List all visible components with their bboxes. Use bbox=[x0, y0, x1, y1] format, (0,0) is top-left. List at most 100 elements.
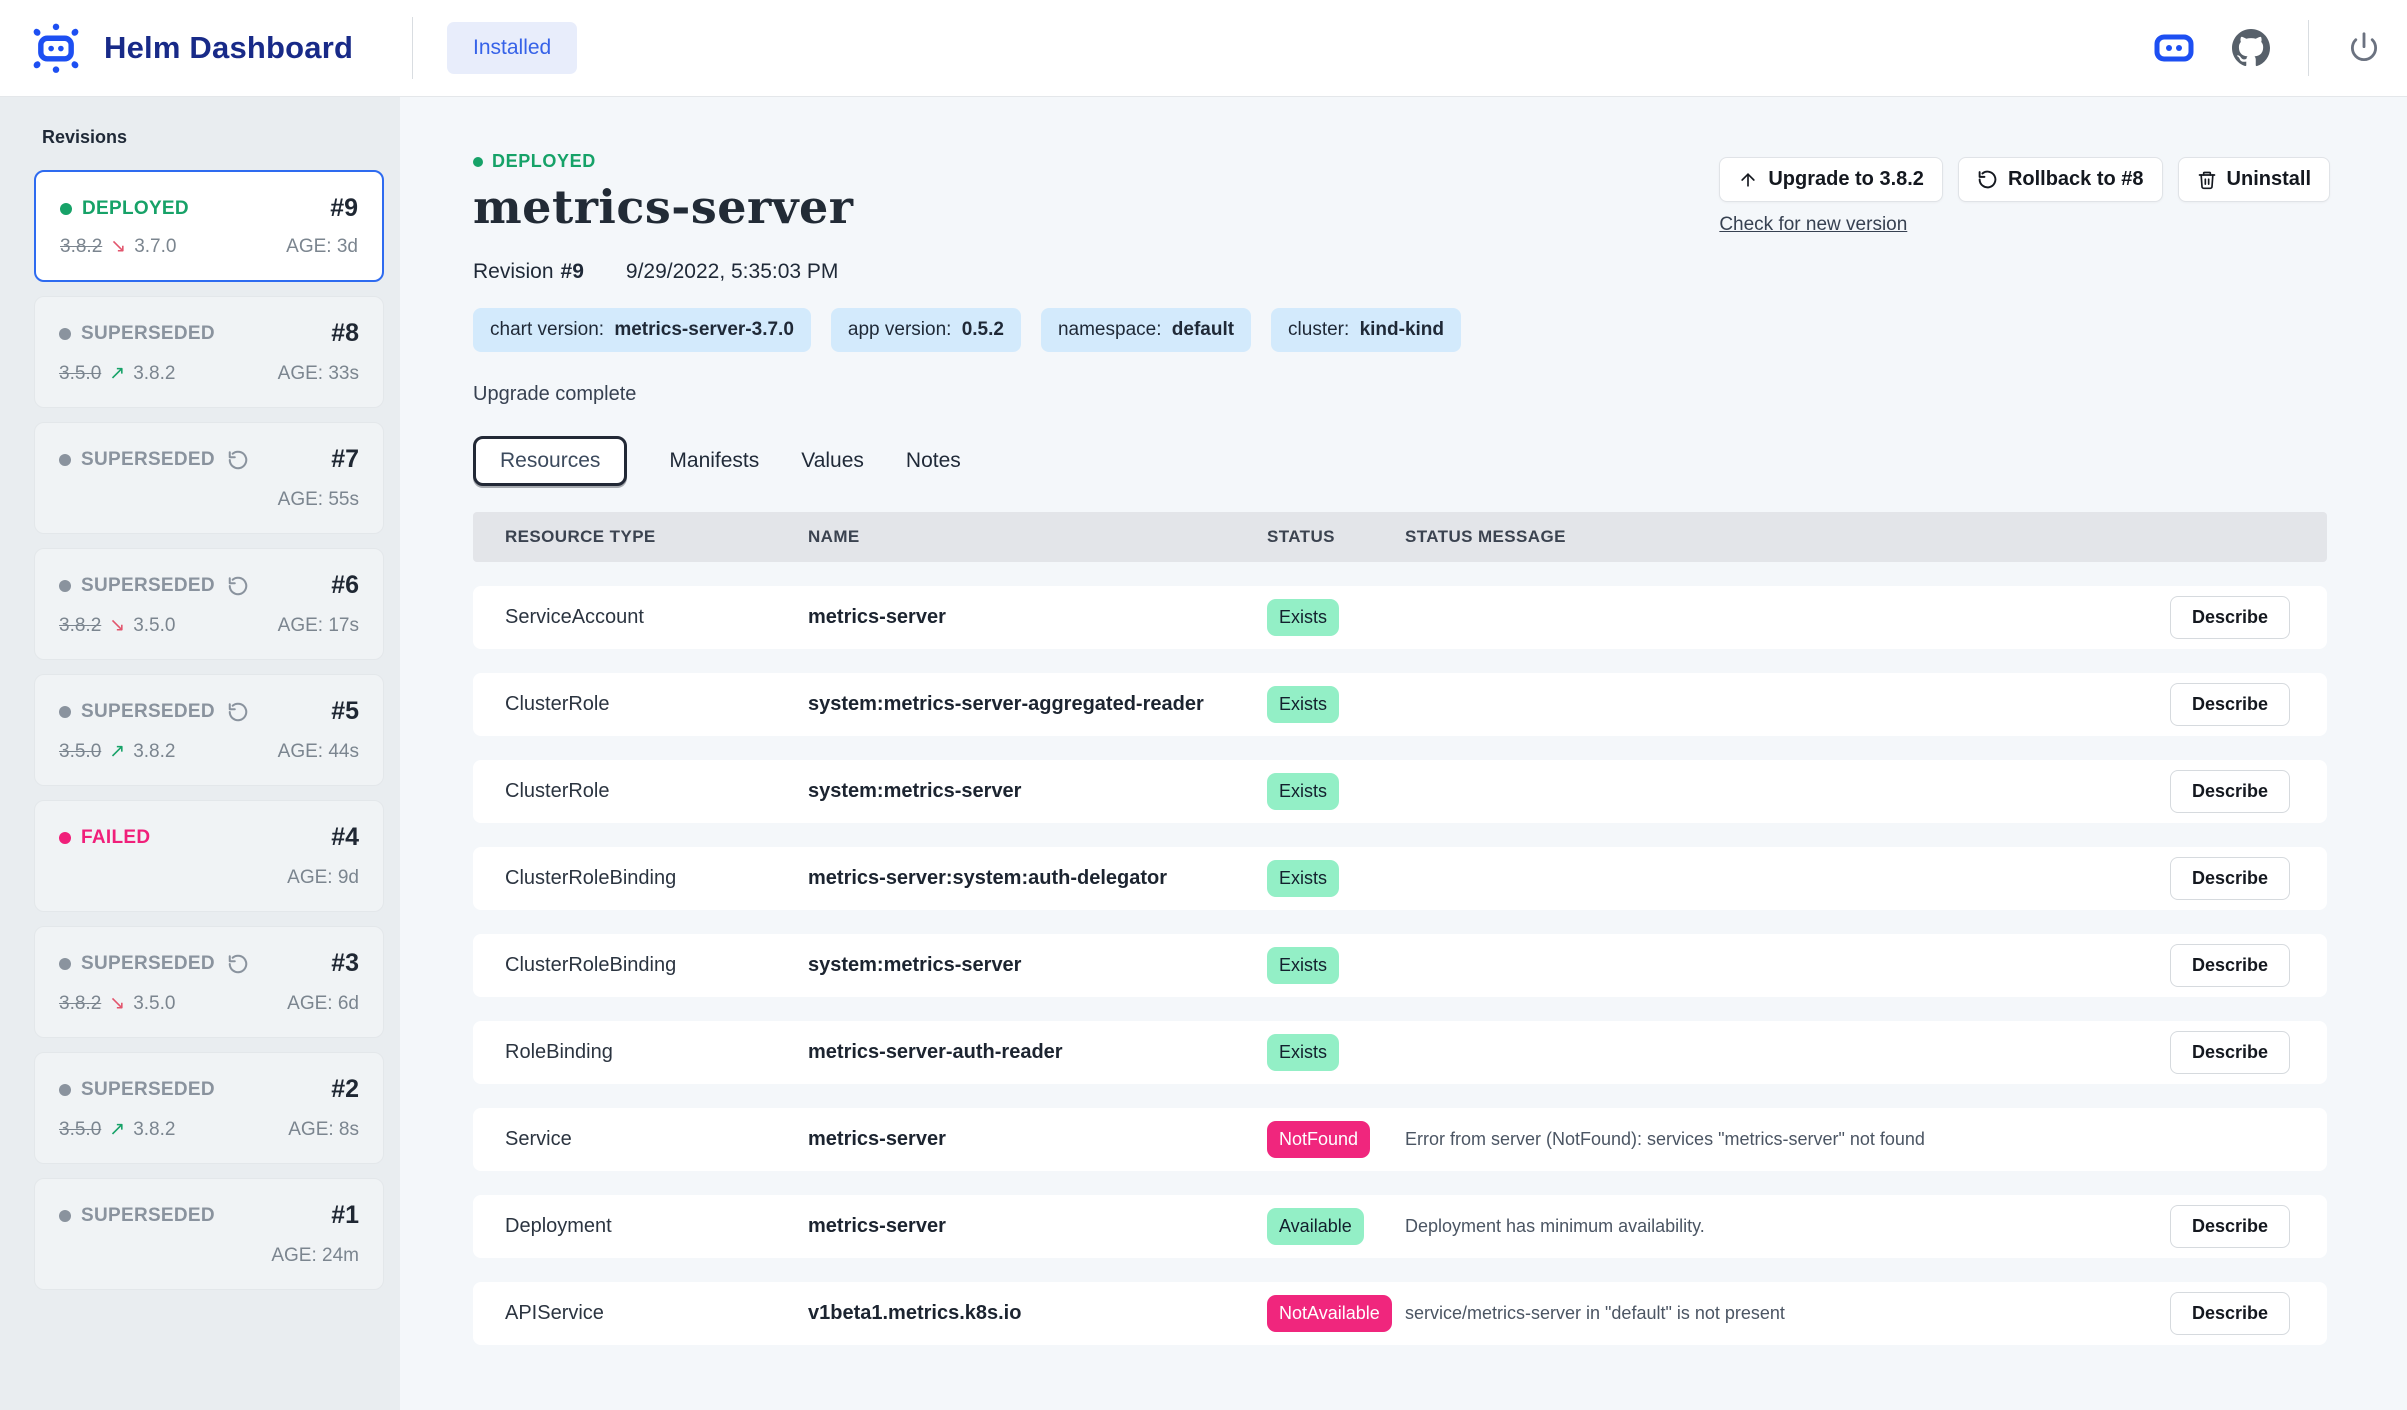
status-dot bbox=[59, 580, 71, 592]
status-badge: Available bbox=[1267, 1208, 1364, 1245]
version-from: 3.5.0 bbox=[59, 363, 101, 385]
rollback-button[interactable]: Rollback to #8 bbox=[1958, 157, 2163, 202]
describe-button[interactable]: Describe bbox=[2170, 596, 2290, 639]
meta-chip: namespace: default bbox=[1041, 308, 1251, 352]
resource-name-cell: metrics-server-auth-reader bbox=[808, 1041, 1267, 1064]
revision-number: #5 bbox=[331, 697, 359, 726]
describe-button[interactable]: Describe bbox=[2170, 770, 2290, 813]
revision-number: #8 bbox=[331, 319, 359, 348]
resource-name-cell: system:metrics-server-aggregated-reader bbox=[808, 693, 1267, 716]
describe-button[interactable]: Describe bbox=[2170, 1292, 2290, 1335]
revision-number: #9 bbox=[561, 260, 584, 284]
resource-type-cell: Deployment bbox=[505, 1215, 808, 1238]
status-dot bbox=[59, 832, 71, 844]
power-icon[interactable] bbox=[2347, 31, 2381, 65]
revision-label: Revision bbox=[473, 260, 554, 284]
version-to: 3.8.2 bbox=[133, 741, 175, 763]
revision-status: SUPERSEDED bbox=[59, 701, 249, 723]
revision-versions: 3.8.2 ↘ 3.5.0 bbox=[59, 614, 175, 637]
revision-number: #4 bbox=[331, 823, 359, 852]
status-message-cell: Deployment has minimum availability. bbox=[1405, 1216, 2170, 1237]
tab-resources[interactable]: Resources bbox=[473, 436, 627, 486]
column-header: NAME bbox=[808, 527, 1267, 547]
table-row: ServiceAccount metrics-server Exists Des… bbox=[473, 586, 2327, 649]
resource-name-cell: v1beta1.metrics.k8s.io bbox=[808, 1302, 1267, 1325]
tab-manifests[interactable]: Manifests bbox=[669, 437, 759, 485]
status-dot bbox=[473, 157, 483, 167]
status-dot bbox=[59, 454, 71, 466]
revision-versions: 3.8.2 ↘ 3.5.0 bbox=[59, 992, 175, 1015]
robot-face-icon[interactable] bbox=[2154, 33, 2194, 63]
status-message-cell: service/metrics-server in "default" is n… bbox=[1405, 1303, 2170, 1324]
revision-card[interactable]: SUPERSEDED #5 3.5.0 ↗ 3.8.2 AGE: 44s bbox=[34, 674, 384, 786]
rollback-icon bbox=[1977, 169, 1998, 190]
status-badge: Exists bbox=[1267, 773, 1339, 810]
revision-age: AGE: 8s bbox=[288, 1119, 359, 1141]
brand[interactable]: Helm Dashboard bbox=[0, 22, 412, 74]
status-dot bbox=[59, 706, 71, 718]
revision-versions: 3.5.0 ↗ 3.8.2 bbox=[59, 1118, 175, 1141]
status-badge: Exists bbox=[1267, 599, 1339, 636]
revision-number: #2 bbox=[331, 1075, 359, 1104]
revision-card[interactable]: SUPERSEDED #6 3.8.2 ↘ 3.5.0 AGE: 17s bbox=[34, 548, 384, 660]
resource-name-cell: system:metrics-server bbox=[808, 954, 1267, 977]
revision-versions: 3.5.0 ↗ 3.8.2 bbox=[59, 362, 175, 385]
version-to: 3.7.0 bbox=[134, 236, 176, 258]
revision-card[interactable]: SUPERSEDED #8 3.5.0 ↗ 3.8.2 AGE: 33s bbox=[34, 296, 384, 408]
revision-status: FAILED bbox=[59, 827, 150, 849]
revision-card[interactable]: SUPERSEDED #2 3.5.0 ↗ 3.8.2 AGE: 8s bbox=[34, 1052, 384, 1164]
revision-age: AGE: 55s bbox=[278, 489, 359, 511]
revision-age: AGE: 24m bbox=[271, 1245, 359, 1267]
revisions-heading: Revisions bbox=[42, 127, 384, 148]
revision-versions: 3.8.2 ↘ 3.7.0 bbox=[60, 235, 176, 258]
table-header-row: RESOURCE TYPENAMESTATUSSTATUS MESSAGE bbox=[473, 512, 2327, 562]
describe-button[interactable]: Describe bbox=[2170, 857, 2290, 900]
arrow-up-icon bbox=[1738, 170, 1758, 190]
table-row: ClusterRoleBinding metrics-server:system… bbox=[473, 847, 2327, 910]
uninstall-button[interactable]: Uninstall bbox=[2178, 157, 2330, 202]
revision-card[interactable]: SUPERSEDED #3 3.8.2 ↘ 3.5.0 AGE: 6d bbox=[34, 926, 384, 1038]
check-new-version-link[interactable]: Check for new version bbox=[1719, 214, 1907, 236]
revision-card[interactable]: FAILED #4 AGE: 9d bbox=[34, 800, 384, 912]
revision-number: #1 bbox=[331, 1201, 359, 1230]
revision-card[interactable]: DEPLOYED #9 3.8.2 ↘ 3.7.0 AGE: 3d bbox=[34, 170, 384, 282]
table-row: Service metrics-server NotFound Error fr… bbox=[473, 1108, 2327, 1171]
describe-button[interactable]: Describe bbox=[2170, 944, 2290, 987]
upgrade-note: Upgrade complete bbox=[473, 383, 2327, 406]
tab-notes[interactable]: Notes bbox=[906, 437, 961, 485]
revision-list: DEPLOYED #9 3.8.2 ↘ 3.7.0 AGE: 3d SUPERS… bbox=[34, 170, 384, 1290]
revisions-sidebar: Revisions DEPLOYED #9 3.8.2 ↘ 3.7.0 AGE:… bbox=[0, 97, 400, 1410]
describe-button[interactable]: Describe bbox=[2170, 1031, 2290, 1074]
column-header: STATUS bbox=[1267, 527, 1405, 547]
table-row: RoleBinding metrics-server-auth-reader E… bbox=[473, 1021, 2327, 1084]
revision-card[interactable]: SUPERSEDED #1 AGE: 24m bbox=[34, 1178, 384, 1290]
status-badge: NotAvailable bbox=[1267, 1295, 1392, 1332]
release-meta-chips: chart version: metrics-server-3.7.0app v… bbox=[473, 308, 2327, 352]
nav-tab-installed[interactable]: Installed bbox=[447, 22, 577, 74]
table-row: Deployment metrics-server Available Depl… bbox=[473, 1195, 2327, 1258]
revision-card[interactable]: SUPERSEDED #7 AGE: 55s bbox=[34, 422, 384, 534]
github-icon[interactable] bbox=[2232, 29, 2270, 67]
revision-status: SUPERSEDED bbox=[59, 575, 249, 597]
upgrade-button[interactable]: Upgrade to 3.8.2 bbox=[1719, 157, 1943, 202]
tab-values[interactable]: Values bbox=[801, 437, 864, 485]
detail-tabs: Resources Manifests Values Notes bbox=[473, 436, 2327, 486]
resources-table: RESOURCE TYPENAMESTATUSSTATUS MESSAGE Se… bbox=[473, 512, 2327, 1345]
revision-status-label: FAILED bbox=[81, 827, 150, 849]
resource-type-cell: ServiceAccount bbox=[505, 606, 808, 629]
status-message-cell: Error from server (NotFound): services "… bbox=[1405, 1129, 2170, 1150]
revision-status: SUPERSEDED bbox=[59, 449, 249, 471]
resource-type-cell: RoleBinding bbox=[505, 1041, 808, 1064]
table-row: ClusterRole system:metrics-server Exists… bbox=[473, 760, 2327, 823]
describe-button[interactable]: Describe bbox=[2170, 1205, 2290, 1248]
helm-dashboard-logo-icon bbox=[30, 22, 82, 74]
revision-age: AGE: 17s bbox=[278, 615, 359, 637]
app-title: Helm Dashboard bbox=[104, 30, 353, 66]
describe-button[interactable]: Describe bbox=[2170, 683, 2290, 726]
revision-status: SUPERSEDED bbox=[59, 1205, 215, 1227]
version-from: 3.5.0 bbox=[59, 741, 101, 763]
version-to: 3.8.2 bbox=[133, 1119, 175, 1141]
resource-name-cell: metrics-server bbox=[808, 1215, 1267, 1238]
resource-type-cell: ClusterRole bbox=[505, 780, 808, 803]
version-arrow-icon: ↗ bbox=[109, 740, 125, 763]
